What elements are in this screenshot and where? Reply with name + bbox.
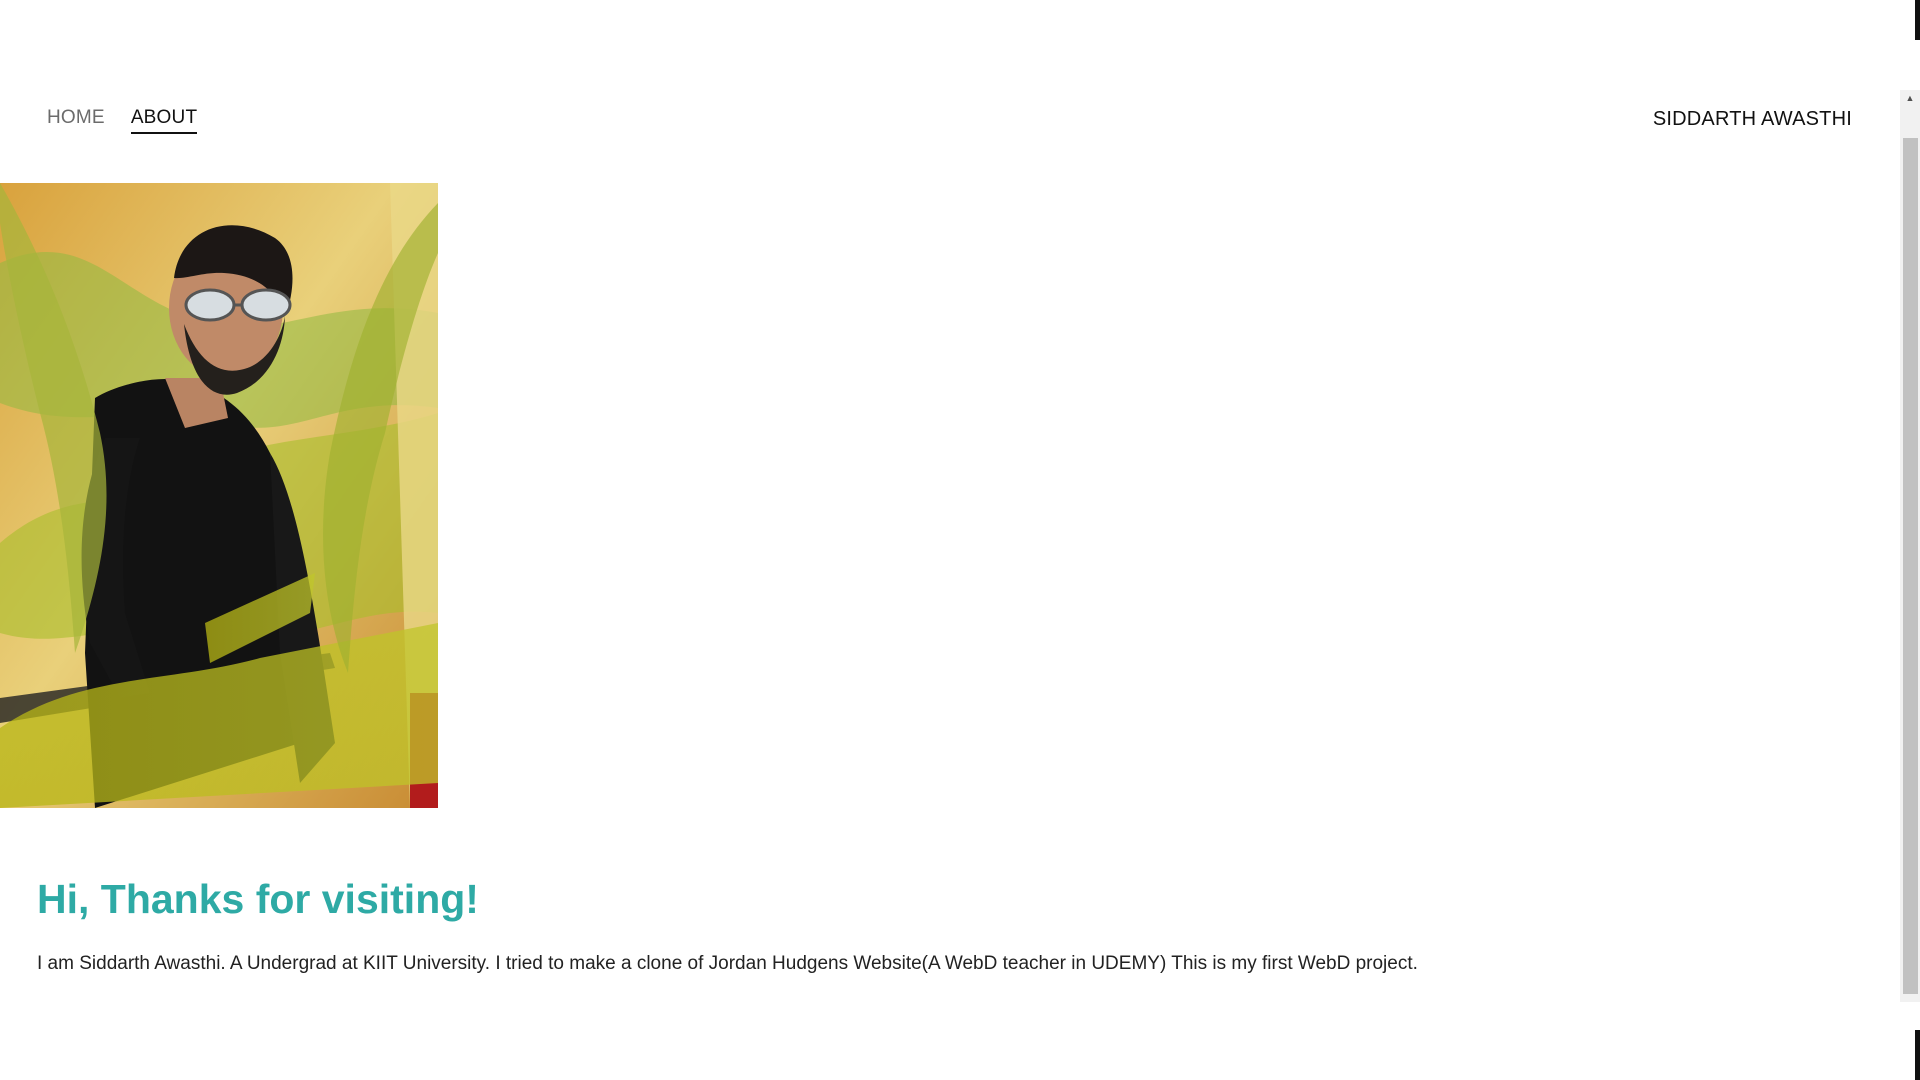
welcome-heading: Hi, Thanks for visiting! (37, 876, 479, 922)
about-page: HOME ABOUT SIDDARTH AWASTHI Hi, Thanks f… (0, 0, 1920, 1080)
about-description: I am Siddarth Awasthi. A Undergrad at KI… (37, 953, 1418, 974)
person-photo-icon (0, 183, 438, 808)
scrollbar-thumb[interactable] (1903, 138, 1918, 994)
profile-photo (0, 183, 438, 808)
nav-home-link[interactable]: HOME (47, 106, 105, 134)
nav-about-link[interactable]: ABOUT (130, 106, 198, 134)
chevron-up-icon[interactable]: ▲ (1900, 90, 1920, 107)
main-nav: HOME ABOUT (47, 106, 198, 134)
window-edge-top (1915, 0, 1920, 40)
window-edge-bottom (1915, 1030, 1920, 1080)
vertical-scrollbar[interactable]: ▲ (1900, 90, 1920, 1002)
site-brand[interactable]: SIDDARTH AWASTHI (1653, 107, 1852, 131)
